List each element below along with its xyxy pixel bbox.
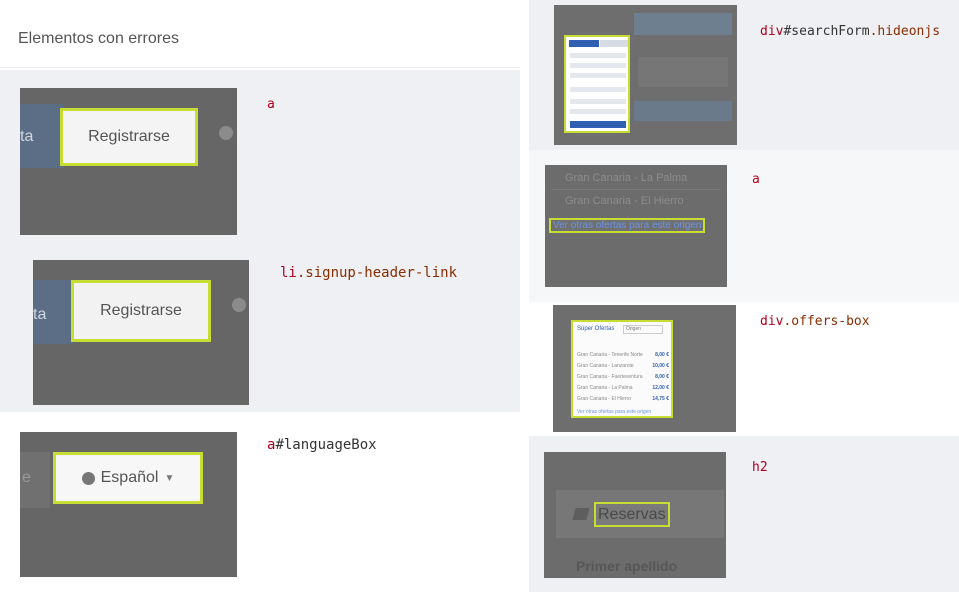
form-row (570, 99, 626, 104)
list-item: Gran Canaria - El Hierro (565, 195, 684, 207)
banner-image (634, 101, 732, 121)
selector-class: .signup-header-link (296, 265, 458, 281)
offers-more-link: Ver otras ofertas para este origen (577, 409, 652, 415)
selector-label: a (267, 97, 275, 112)
page-section (638, 57, 728, 87)
selector-label: div#searchForm.hideonjs (760, 24, 940, 39)
partial-button: ta (33, 280, 73, 344)
element-preview-h2[interactable]: Reservas Primer apellido (544, 452, 726, 578)
offer-price: 10,00 € (652, 363, 669, 369)
selector-label: a#languageBox (267, 437, 377, 453)
form-tab-active (569, 40, 599, 47)
partial-field: e (20, 452, 50, 508)
selector-id: #searchForm (783, 24, 870, 39)
search-form-highlight (564, 35, 630, 133)
globe-icon (219, 126, 233, 140)
offer-route: Gran Canaria - Tenerife Norte (577, 352, 643, 358)
element-preview-signup-li[interactable]: ta Registrarse (33, 260, 249, 405)
page: Elementos con errores ta Registrarse a t… (0, 0, 959, 592)
partial-button: ta (20, 104, 64, 168)
selector-label: div.offers-box (760, 314, 870, 329)
selector-label: li.signup-header-link (280, 265, 457, 281)
offer-row: Gran Canaria - El Hierro 14,75 € (577, 396, 669, 402)
form-tab (600, 40, 628, 47)
origin-select: Origen (623, 325, 663, 334)
register-button: Registrarse (71, 280, 211, 342)
offer-row: Gran Canaria - La Palma 12,00 € (577, 385, 669, 391)
element-preview-offers-box[interactable]: Súper Ofertas Origen Gran Canaria - Tene… (553, 305, 736, 432)
surname-label: Primer apellido (576, 558, 678, 574)
form-row (570, 109, 626, 114)
selector-tag: li (280, 265, 297, 281)
offer-price: 14,75 € (652, 396, 669, 402)
selector-tag: a (267, 97, 275, 112)
panel-title: Elementos con errores (18, 30, 179, 47)
selector-id: #languageBox (275, 437, 377, 453)
form-row (570, 73, 626, 78)
offer-price: 8,00 € (655, 352, 669, 358)
offer-row: Gran Canaria - Fuerteventura 8,00 € (577, 374, 669, 380)
other-offers-link: Ver otras ofertas para este origen (549, 218, 706, 233)
selector-label: a (752, 172, 760, 187)
selector-class: .offers-box (783, 314, 870, 329)
register-button: Registrarse (60, 108, 198, 166)
element-preview-offers-link[interactable]: Gran Canaria - La Palma Gran Canaria - E… (545, 165, 727, 287)
offer-route: Gran Canaria - La Palma (577, 385, 633, 391)
offers-title: Súper Ofertas (577, 326, 615, 332)
selector-label: h2 (752, 460, 768, 475)
offer-row: Gran Canaria - Lanzarote 10,00 € (577, 363, 669, 369)
selector-tag: div (760, 314, 784, 329)
language-label: Español (100, 469, 159, 486)
caret-down-icon: ▼ (164, 472, 175, 484)
form-row (570, 63, 626, 68)
reservas-heading: Reservas (594, 502, 670, 527)
errors-panel-header: Elementos con errores (0, 2, 520, 68)
divider (551, 189, 721, 190)
offer-price: 8,00 € (655, 374, 669, 380)
language-button: Español ▼ (53, 452, 203, 504)
form-row (570, 53, 626, 58)
selector-tag: a (752, 172, 760, 187)
partial-button-text: ta (20, 128, 34, 145)
list-item: Gran Canaria - La Palma (565, 172, 688, 184)
offer-route: Gran Canaria - Fuerteventura (577, 374, 643, 380)
form-submit-button (570, 121, 626, 128)
selector-class: .hideonjs (869, 24, 941, 39)
banner-image (634, 13, 732, 35)
globe-icon (232, 298, 246, 312)
offer-route: Gran Canaria - El Hierro (577, 396, 631, 402)
offer-route: Gran Canaria - Lanzarote (577, 363, 634, 369)
offer-row: Gran Canaria - Tenerife Norte 8,00 € (577, 352, 669, 358)
element-preview-language-box[interactable]: e Español ▼ (20, 432, 237, 577)
form-row (570, 87, 626, 92)
offer-price: 12,00 € (652, 385, 669, 391)
partial-button-text: ta (33, 306, 47, 323)
offers-box-highlight: Súper Ofertas Origen Gran Canaria - Tene… (571, 320, 673, 418)
selector-tag: div (760, 24, 784, 39)
element-preview-register-link[interactable]: ta Registrarse (20, 88, 237, 235)
globe-icon (81, 471, 95, 485)
partial-field-text: e (22, 469, 31, 486)
selector-tag: h2 (752, 460, 768, 475)
element-preview-search-form[interactable] (554, 5, 737, 145)
